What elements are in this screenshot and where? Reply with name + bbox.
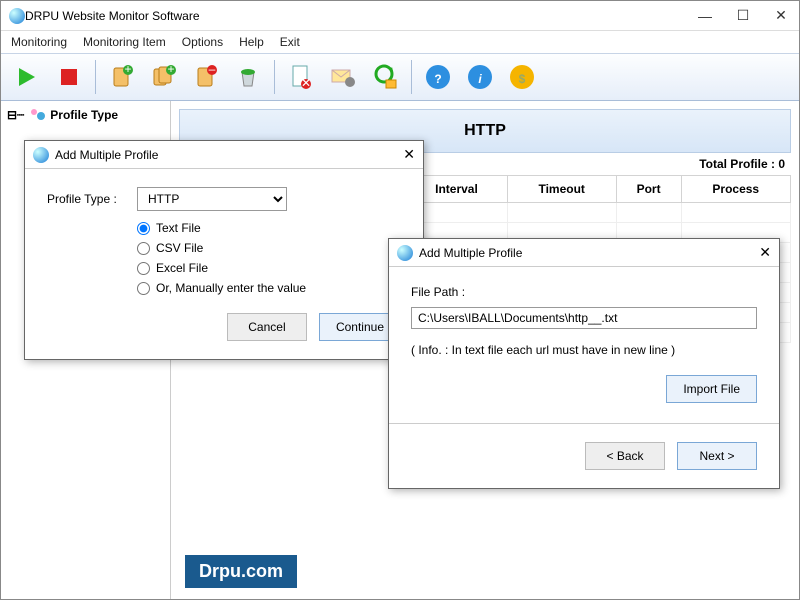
dialog-icon (33, 147, 49, 163)
dialog-add-multiple-profile-2: Add Multiple Profile ✕ File Path : ( Inf… (388, 238, 780, 489)
import-file-button[interactable]: Import File (666, 375, 757, 403)
titlebar: DRPU Website Monitor Software — ☐ ✕ (1, 1, 799, 31)
clipboard-remove-icon[interactable]: – (188, 59, 224, 95)
tree-toggle-icon[interactable]: ⊟┈ (7, 108, 24, 122)
mail-settings-icon[interactable] (325, 59, 361, 95)
radio-manual-label: Or, Manually enter the value (156, 281, 306, 295)
col-timeout[interactable]: Timeout (507, 176, 616, 203)
col-port[interactable]: Port (616, 176, 681, 203)
radio-csv-file-label: CSV File (156, 241, 203, 255)
file-path-input[interactable] (411, 307, 757, 329)
radio-text-file[interactable] (137, 222, 150, 235)
dialog1-close-icon[interactable]: ✕ (403, 146, 415, 163)
help-icon[interactable]: ? (420, 59, 456, 95)
app-icon (9, 8, 25, 24)
dialog-add-multiple-profile-1: Add Multiple Profile ✕ Profile Type : HT… (24, 140, 424, 360)
radio-excel-file-label: Excel File (156, 261, 208, 275)
stop-icon[interactable] (51, 59, 87, 95)
dialog-icon (397, 245, 413, 261)
next-button[interactable]: Next > (677, 442, 757, 470)
document-delete-icon[interactable]: ✕ (283, 59, 319, 95)
profile-type-icon (28, 107, 46, 123)
refresh-save-icon[interactable] (367, 59, 403, 95)
svg-text:–: – (209, 64, 216, 76)
menu-exit[interactable]: Exit (280, 35, 300, 49)
clipboard-multi-add-icon[interactable]: + (146, 59, 182, 95)
info-icon[interactable]: i (462, 59, 498, 95)
back-button[interactable]: < Back (585, 442, 665, 470)
tree-root[interactable]: ⊟┈ Profile Type (7, 107, 164, 123)
profile-type-select[interactable]: HTTP (137, 187, 287, 211)
radio-csv-file[interactable] (137, 242, 150, 255)
radio-text-file-label: Text File (156, 221, 201, 235)
dialog2-close-icon[interactable]: ✕ (759, 244, 771, 261)
close-button[interactable]: ✕ (771, 7, 791, 24)
col-process[interactable]: Process (681, 176, 790, 203)
clipboard-add-icon[interactable]: + (104, 59, 140, 95)
trash-icon[interactable] (230, 59, 266, 95)
minimize-button[interactable]: — (695, 8, 715, 24)
svg-text:+: + (124, 64, 131, 76)
radio-manual[interactable] (137, 282, 150, 295)
svg-text:+: + (167, 64, 174, 76)
menu-help[interactable]: Help (239, 35, 264, 49)
cancel-button[interactable]: Cancel (227, 313, 307, 341)
file-path-label: File Path : (411, 285, 757, 299)
svg-text:?: ? (434, 72, 441, 86)
toolbar: + + – ✕ ? i $ (1, 53, 799, 101)
svg-text:✕: ✕ (301, 76, 311, 90)
file-info-text: ( Info. : In text file each url must hav… (411, 343, 757, 357)
menu-monitoring-item[interactable]: Monitoring Item (83, 35, 166, 49)
tree-root-label: Profile Type (50, 108, 118, 122)
watermark: Drpu.com (185, 555, 297, 588)
svg-text:$: $ (519, 72, 526, 86)
maximize-button[interactable]: ☐ (733, 7, 753, 24)
window-title: DRPU Website Monitor Software (25, 9, 695, 23)
play-icon[interactable] (9, 59, 45, 95)
profile-type-label: Profile Type : (47, 192, 127, 206)
radio-excel-file[interactable] (137, 262, 150, 275)
menu-monitoring[interactable]: Monitoring (11, 35, 67, 49)
dialog2-title: Add Multiple Profile (419, 246, 759, 260)
status-right: Total Profile : 0 (699, 157, 785, 171)
menu-options[interactable]: Options (182, 35, 223, 49)
dialog1-title: Add Multiple Profile (55, 148, 403, 162)
purchase-icon[interactable]: $ (504, 59, 540, 95)
menubar: Monitoring Monitoring Item Options Help … (1, 31, 799, 53)
